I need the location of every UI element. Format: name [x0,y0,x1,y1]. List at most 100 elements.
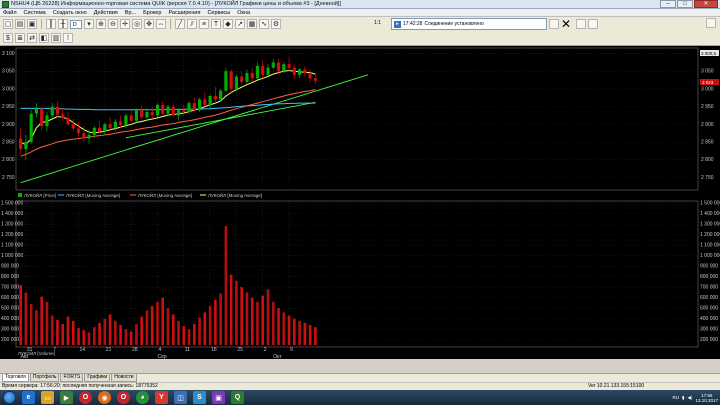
toolbar-extra-icon-2[interactable] [588,19,598,29]
quotes-icon[interactable]: $ [3,33,13,43]
candle-body [282,64,286,72]
maximize-button[interactable]: □ [677,0,693,8]
volume-bar [71,320,75,345]
open-icon[interactable]: ▤ [15,19,25,29]
connection-dropdown-icon[interactable] [549,19,559,29]
tab-forts[interactable]: FORTS [60,374,84,382]
start-button[interactable] [3,391,16,404]
candle-body [198,99,202,111]
new-window-icon[interactable]: ▢ [3,19,13,29]
menu-file[interactable]: Файл [3,10,17,16]
opera-icon[interactable]: O [79,391,92,404]
menu-services[interactable]: Сервисы [207,10,230,16]
marker-icon[interactable]: ◆ [223,19,233,29]
menu-broker[interactable]: Брокер [143,10,161,16]
bars-icon[interactable]: ╫ [58,19,68,29]
fit-icon[interactable]: ⇔ [156,19,166,29]
tab-bar: Торговля Портфель FORTS Графики Новости [0,373,720,382]
skype-icon[interactable]: S [193,391,206,404]
menu-vr[interactable]: Вр... [125,10,136,16]
firefox-icon[interactable]: ◉ [98,391,111,404]
tab-portfolio[interactable]: Портфель [29,374,60,382]
quik-taskbar-icon[interactable]: Q [231,391,244,404]
orders-icon[interactable]: ≣ [15,33,25,43]
yandex-icon[interactable]: Y [155,391,168,404]
chevron-down-icon[interactable]: ▾ [84,19,94,29]
legend-volume: ЛУКОЙЛ [Volume] [18,349,55,356]
volume-tick-label-left: 800 000 [1,274,19,280]
media-icon[interactable]: ▶ [60,391,73,404]
zoom-in-icon[interactable]: ⊕ [96,19,106,29]
price-tick-label-left: 2 950 [2,104,15,110]
channel-tool-icon[interactable]: ⫽ [187,19,197,29]
opera-icon-2[interactable]: O [117,391,130,404]
menu-actions[interactable]: Действия [94,10,118,16]
app-icon-blue[interactable]: ◫ [174,391,187,404]
candles-icon[interactable]: ┃ [46,19,56,29]
volume-bar [82,330,86,345]
chrome-icon[interactable]: ◕ [136,391,149,404]
menu-system[interactable]: Система [24,10,46,16]
toolbar-separator [41,19,42,29]
tab-news[interactable]: Новости [111,374,137,382]
interval-select[interactable]: D [70,19,82,29]
explorer-icon[interactable]: ▭ [41,391,54,404]
minimize-button[interactable]: – [660,0,676,8]
chart-canvas[interactable]: 3 1003 1003 0503 0503 0003 0002 9502 950… [0,46,720,359]
toolbar-extra-icon[interactable] [576,19,586,29]
volume-bar [287,315,291,345]
date-axis: 31 7 14 21 28 4 11 18 25 2 9Авг Сер Окт [21,347,293,359]
app-icon-purple[interactable]: ▣ [212,391,225,404]
volume-bar [182,326,186,345]
menu-windows[interactable]: Окна [237,10,250,16]
save-icon[interactable]: ▣ [27,19,37,29]
menu-create-window[interactable]: Создать окно [53,10,87,16]
volume-icon[interactable]: ◀) [688,395,693,401]
volume-bar [208,306,212,345]
candle-body [45,115,49,127]
positions-icon[interactable]: ◧ [39,33,49,43]
price-tick-label-left: 3 100 [2,51,15,57]
chart-window[interactable]: 3 1003 1003 0503 0503 0003 0002 9502 950… [0,46,720,359]
trades-icon[interactable]: ⇄ [27,33,37,43]
network-icon[interactable]: ▮ [682,395,684,401]
close-button[interactable]: ✕ [694,0,718,8]
settings-icon[interactable]: ⚙ [271,19,281,29]
move-icon[interactable]: ✥ [144,19,154,29]
target-icon[interactable]: ◎ [132,19,142,29]
tab-charts[interactable]: Графики [84,374,111,382]
candle-body [292,67,296,75]
text-tool-icon[interactable]: T [211,19,221,29]
language-icon[interactable]: RU [673,395,680,400]
indicator-icon[interactable]: ∿ [259,19,269,29]
ie-icon[interactable]: e [22,391,35,404]
tab-trading[interactable]: Торговля [2,374,29,382]
candle-body [40,108,44,127]
connection-status-box[interactable]: ▸ 17:42:28 Соединение установлено [391,18,547,30]
volume-bar [282,312,286,345]
scale-ratio[interactable]: 1:1 [374,20,381,26]
fibonacci-icon[interactable]: ≡ [199,19,209,29]
toolbar-row-2: $ ≣ ⇄ ◧ ▥ ! [0,32,73,44]
clock[interactable]: 17:56 13.10.2017 [695,393,718,403]
alert-icon[interactable]: ! [63,33,73,43]
connection-indicator-icon[interactable] [706,18,716,28]
grid-icon[interactable]: ▦ [247,19,257,29]
crosshair-icon[interactable]: ✛ [120,19,130,29]
candle-body [308,73,312,79]
volume-tick-label-right: 800 000 [700,274,718,280]
legend-ma-slow: ЛУКОЙЛ [Moving Average] [66,191,120,198]
arrow-tool-icon[interactable]: ↗ [235,19,245,29]
candle-body [19,138,23,150]
volume-bar [24,292,28,345]
volume-bar [240,287,243,345]
menu-extensions[interactable]: Расширения [168,10,200,16]
disconnect-icon[interactable]: ✕ [560,18,572,30]
portfolio-icon[interactable]: ▥ [51,33,61,43]
volume-tick-label-left: 1 100 000 [1,243,23,249]
line-tool-icon[interactable]: ╱ [175,19,185,29]
date-group-label: Окт [273,354,282,359]
volume-bar [256,301,259,345]
zoom-out-icon[interactable]: ⊖ [108,19,118,29]
candle-body [71,124,75,129]
